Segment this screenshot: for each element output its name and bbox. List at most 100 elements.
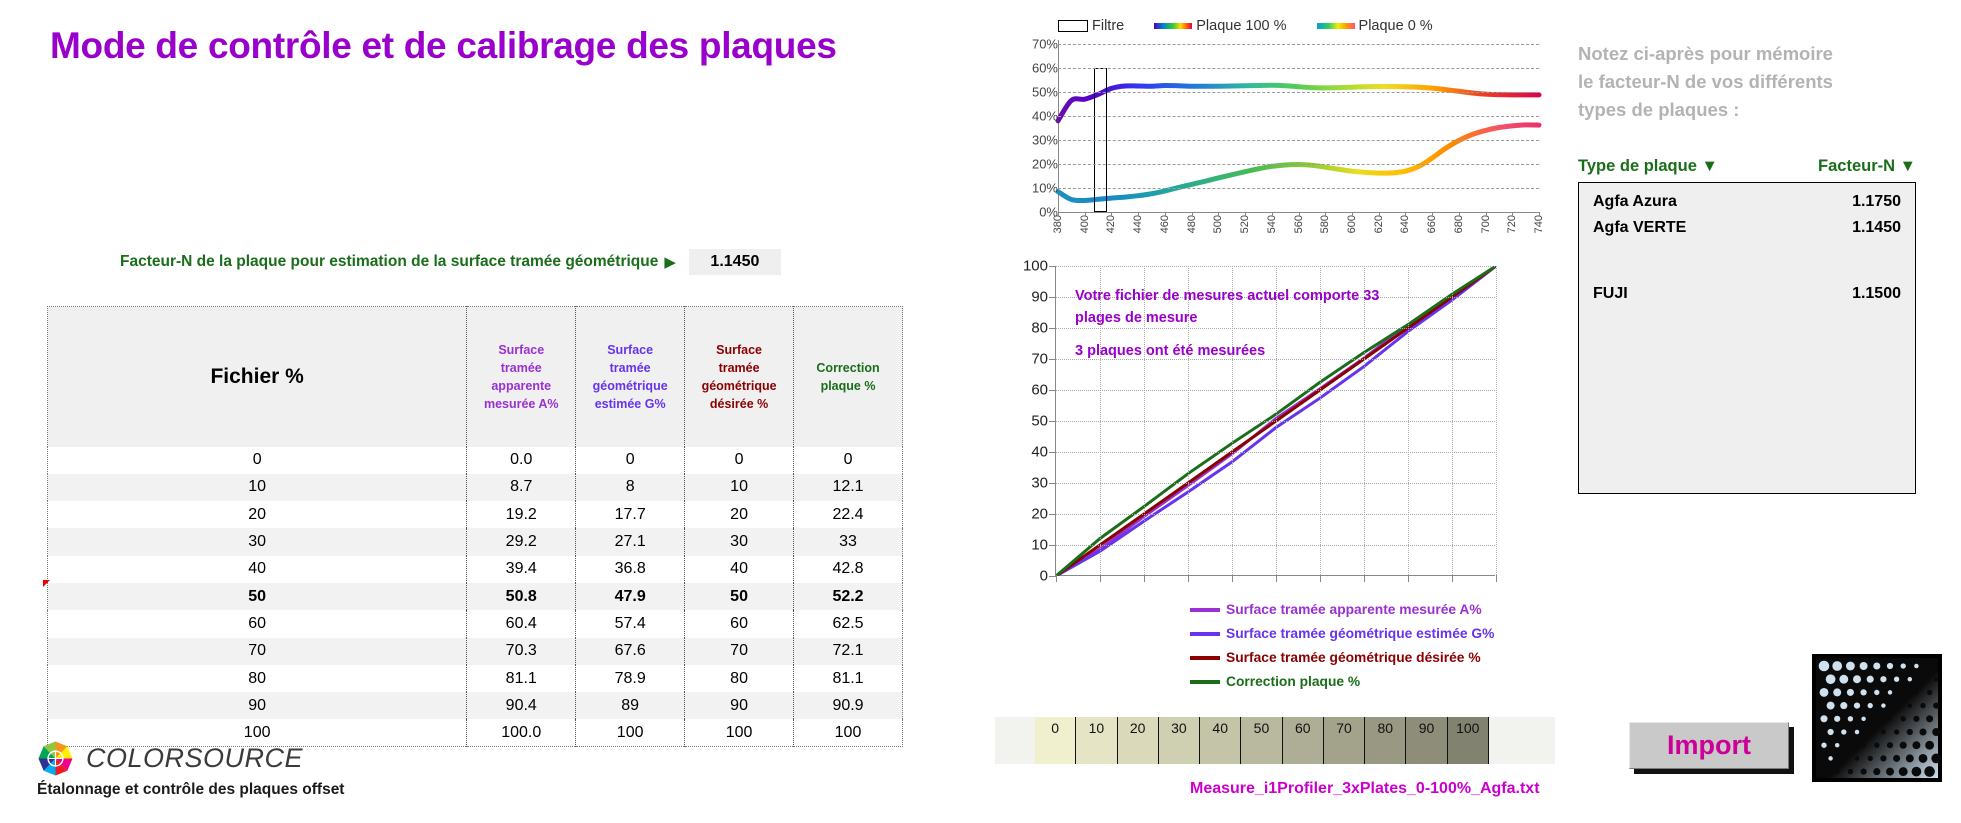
cell-geometric-desired: 90	[684, 692, 795, 720]
legend-label: Plaque 0 %	[1358, 18, 1433, 34]
strip-pad	[995, 717, 1035, 764]
x-axis-tick-label: 520	[1239, 215, 1252, 234]
plate-factor-list[interactable]: Agfa Azura 1.1750 Agfa VERTE 1.1450 FUJI…	[1578, 182, 1916, 494]
table-row[interactable]: 70 70.3 67.6 70 72.1	[47, 637, 903, 665]
column-header-geometric-desired: Surface tramée géométrique désirée %	[684, 306, 795, 447]
table-row[interactable]: 60 60.4 57.4 60 62.5	[47, 610, 903, 638]
x-axis-tick-label: 680	[1452, 215, 1465, 234]
table-row[interactable]: 10 8.7 8 10 12.1	[47, 473, 903, 502]
plate-type-header-label: Type de plaque	[1578, 157, 1697, 175]
hdr-line: tramée	[718, 360, 760, 375]
cell-apparent: 81.1	[466, 664, 577, 693]
table-row[interactable]: 90 90.4 89 90 90.9	[47, 692, 903, 720]
spectral-y-axis	[1058, 40, 1059, 212]
table-row[interactable]: 40 39.4 36.8 40 42.8	[47, 555, 903, 583]
strip-pad	[1488, 717, 1555, 764]
cell-geometric-desired: 50	[684, 582, 795, 611]
cell-correction: 33	[793, 528, 903, 556]
column-header-correction: Correction plaque %	[793, 306, 903, 447]
plate-factor-header-label: Facteur-N	[1818, 157, 1896, 175]
legend-item-geometric-desired: Surface tramée géométrique désirée %	[1190, 650, 1494, 665]
cell-geometric-desired: 80	[684, 664, 795, 693]
plate-factor: 1.1750	[1852, 193, 1901, 210]
y-axis-tick-label: 60%	[1031, 60, 1058, 76]
y-axis-tick-label: 20%	[1031, 156, 1058, 172]
cell-geometric-desired: 100	[684, 719, 795, 747]
axis-tick	[1049, 328, 1056, 329]
gridline	[1496, 266, 1497, 575]
x-axis-tick-label: 580	[1319, 215, 1332, 234]
table-row[interactable]: 20 19.2 17.7 20 22.4	[47, 501, 903, 529]
spectral-series-line	[1055, 122, 1542, 204]
cell-correction: 100	[793, 719, 903, 747]
list-item[interactable]: Agfa VERTE 1.1450	[1579, 215, 1915, 241]
y-axis-tick-label: 40%	[1031, 108, 1058, 124]
axis-tick	[1452, 575, 1453, 582]
list-item[interactable]: Agfa Azura 1.1750	[1579, 189, 1915, 215]
hdr-line: tramée	[500, 360, 542, 375]
hdr-line: Correction	[816, 360, 880, 375]
table-row[interactable]: 50 50.8 47.9 50 52.2	[47, 582, 903, 611]
x-axis-tick-label: 480	[1185, 215, 1198, 234]
cell-geometric-estimated: 8	[575, 473, 686, 502]
measure-file-name: Measure_i1Profiler_3xPlates_0-100%_Agfa.…	[1190, 780, 1540, 797]
axis-tick	[1276, 575, 1277, 582]
hdr-line: estimée G%	[594, 396, 666, 411]
axis-tick	[1049, 514, 1056, 515]
hdr-line: apparente	[491, 378, 552, 393]
calibration-chart-legend: Surface tramée apparente mesurée A% Surf…	[1190, 602, 1494, 698]
notice-line: Notez ci-après pour mémoire	[1578, 43, 1833, 64]
x-axis-tick-label: 560	[1292, 215, 1305, 234]
legend-item-apparent: Surface tramée apparente mesurée A%	[1190, 602, 1494, 617]
axis-tick	[1496, 575, 1497, 582]
cell-geometric-estimated: 36.8	[575, 555, 686, 583]
application-window: Mode de contrôle et de calibrage des pla…	[0, 0, 1961, 823]
plaque0-swatch-icon	[1316, 23, 1355, 29]
legend-label: Surface tramée géométrique désirée %	[1226, 650, 1481, 665]
hdr-line: plaque %	[820, 378, 876, 393]
cell-geometric-estimated: 27.1	[575, 528, 686, 556]
hdr-line: mesurée A%	[483, 396, 559, 411]
factor-n-value[interactable]: 1.1450	[688, 249, 781, 275]
brand-logo-row: COLORSOURCE	[37, 740, 344, 777]
axis-tick	[1049, 390, 1056, 391]
hdr-line: géométrique	[592, 378, 668, 393]
column-header-fichier: Fichier %	[47, 306, 468, 447]
legend-label: Plaque 100 %	[1196, 18, 1287, 34]
factor-n-label: Facteur-N de la plaque pour estimation d…	[120, 253, 659, 270]
cell-apparent: 0.0	[466, 446, 577, 474]
strip-patch: 20	[1117, 717, 1159, 764]
x-axis-tick-label: 620	[1372, 215, 1385, 234]
cell-correction: 72.1	[793, 637, 903, 665]
table-row[interactable]: 0 0.0 0 0 0	[47, 446, 903, 474]
hdr-line: Surface	[607, 342, 654, 357]
factor-n-row: Facteur-N de la plaque pour estimation d…	[120, 249, 781, 275]
cell-geometric-desired: 10	[684, 473, 795, 502]
chevron-down-icon[interactable]: ▼	[1701, 157, 1717, 175]
cell-fichier: 30	[47, 528, 468, 556]
table-row[interactable]: 30 29.2 27.1 30 33	[47, 528, 903, 556]
list-item[interactable]: FUJI 1.1500	[1579, 281, 1915, 307]
colorsource-aperture-icon	[37, 740, 74, 777]
plate-factor-header[interactable]: Facteur-N ▼	[1818, 157, 1916, 176]
strip-patch: 70	[1323, 717, 1366, 764]
cell-geometric-estimated: 47.9	[575, 582, 686, 611]
cell-correction: 0	[793, 446, 903, 474]
y-axis-tick-label: 10%	[1031, 180, 1058, 196]
gridline	[1408, 266, 1409, 575]
gridline	[1058, 188, 1539, 189]
chevron-down-icon[interactable]: ▼	[1900, 157, 1916, 175]
strip-patch: 90	[1406, 717, 1448, 764]
cell-geometric-estimated: 100	[575, 719, 686, 747]
gridline	[1058, 164, 1539, 165]
apparent-swatch-icon	[1190, 607, 1220, 612]
gridline	[1452, 266, 1453, 575]
spectral-chart: Filtre Plaque 100 % Plaque 0 % 380 400 4…	[1000, 14, 1545, 244]
plate-type-header[interactable]: Type de plaque ▼	[1578, 157, 1718, 176]
gridline	[1058, 68, 1539, 69]
legend-label: Correction plaque %	[1226, 674, 1361, 689]
axis-tick	[1049, 452, 1056, 453]
table-row[interactable]: 80 81.1 78.9 80 81.1	[47, 664, 903, 693]
import-button[interactable]: Import	[1629, 722, 1789, 769]
plate-factor: 1.1450	[1852, 219, 1901, 236]
